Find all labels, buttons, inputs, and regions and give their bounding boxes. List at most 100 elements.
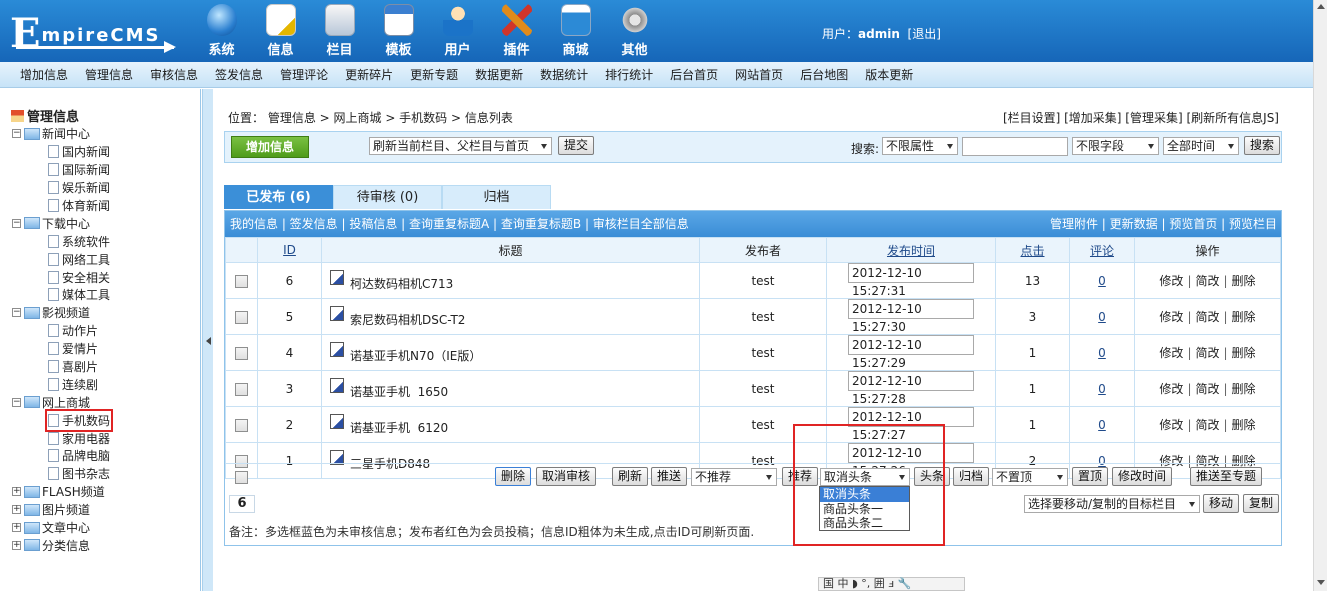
row-comments[interactable]: 0 <box>1098 274 1106 288</box>
delete-link[interactable]: 删除 <box>1232 346 1256 360</box>
sidebar-splitter[interactable] <box>202 89 213 591</box>
field-select[interactable]: 不限字段 <box>1072 137 1159 155</box>
headline-option[interactable]: 商品头条二 <box>820 516 909 531</box>
copy-button[interactable]: 复制 <box>1243 494 1280 513</box>
target-column-select[interactable]: 选择要移动/复制的目标栏目 <box>1024 495 1200 513</box>
headline-option[interactable]: 商品头条一 <box>820 502 909 517</box>
edit-doc-icon[interactable] <box>330 341 344 357</box>
logout-link[interactable]: [退出] <box>908 27 941 41</box>
main-menu-plugin[interactable]: 插件 <box>487 4 546 58</box>
row-id[interactable]: 6 <box>257 262 322 299</box>
row-comments[interactable]: 0 <box>1098 418 1106 432</box>
submenu-add-info[interactable]: 增加信息 <box>20 66 68 83</box>
refresh-scope-select[interactable]: 刷新当前栏目、父栏目与首页 <box>369 137 552 155</box>
tree-child[interactable]: 动作片 <box>12 322 110 340</box>
row-id[interactable]: 2 <box>257 406 322 443</box>
row-comments[interactable]: 0 <box>1098 346 1106 360</box>
empirecms-logo[interactable]: EmpireCMS <box>10 10 160 57</box>
tree-child-selected[interactable]: 手机数码 <box>12 408 114 432</box>
quick-edit-link[interactable]: 简改 <box>1195 310 1219 324</box>
expand-icon[interactable]: + <box>12 487 21 497</box>
top-links[interactable]: [栏目设置] [增加采集] [管理采集] [刷新所有信息JS] <box>1003 109 1279 126</box>
row-checkbox[interactable] <box>235 346 248 360</box>
submenu-admin-home[interactable]: 后台首页 <box>670 66 718 83</box>
expand-icon[interactable]: + <box>12 540 21 550</box>
headline-option[interactable]: 取消头条 <box>820 487 909 502</box>
row-comments[interactable]: 0 <box>1098 382 1106 396</box>
row-time-input[interactable]: 2012-12-10 15:27:29 <box>848 335 974 370</box>
quick-edit-link[interactable]: 简改 <box>1195 346 1219 360</box>
edit-doc-icon[interactable] <box>330 377 344 393</box>
panel-left-links[interactable]: 我的信息 | 签发信息 | 投稿信息 | 查询重复标题A | 查询重复标题B |… <box>230 217 689 231</box>
recommend-button[interactable]: 推荐 <box>782 467 819 486</box>
submenu-site-home[interactable]: 网站首页 <box>735 66 783 83</box>
tree-child[interactable]: 安全相关 <box>12 268 110 286</box>
panel-right-links[interactable]: 管理附件 | 更新数据 | 预览首页 | 预览栏目 <box>1050 211 1277 237</box>
edit-link[interactable]: 修改 <box>1159 346 1183 360</box>
move-button[interactable]: 移动 <box>1203 494 1240 513</box>
collapse-icon[interactable]: − <box>12 308 21 318</box>
modify-time-button[interactable]: 修改时间 <box>1112 467 1173 486</box>
submit-button[interactable]: 提交 <box>558 136 595 155</box>
scroll-up-icon[interactable] <box>1317 4 1325 9</box>
tree-child[interactable]: 喜剧片 <box>12 358 110 376</box>
tree-child[interactable]: 爱情片 <box>12 340 110 358</box>
quick-edit-link[interactable]: 简改 <box>1195 382 1219 396</box>
submenu-rank-stats[interactable]: 排行统计 <box>605 66 653 83</box>
tab-pending[interactable]: 待审核 (0) <box>333 185 442 209</box>
tree-node-video[interactable]: − 影视频道 <box>12 304 110 322</box>
submenu-data-update[interactable]: 数据更新 <box>475 66 523 83</box>
submenu-review-info[interactable]: 审核信息 <box>150 66 198 83</box>
tree-node-flash[interactable]: + FLASH频道 <box>12 483 110 501</box>
tree-child[interactable]: 网络工具 <box>12 250 110 268</box>
main-menu-system[interactable]: 系统 <box>192 4 251 58</box>
row-title[interactable]: 诺基亚手机N70（IE版） <box>350 349 481 363</box>
archive-button[interactable]: 归档 <box>953 467 990 486</box>
select-all-checkbox[interactable] <box>235 471 248 484</box>
submenu-admin-map[interactable]: 后台地图 <box>800 66 848 83</box>
row-checkbox[interactable] <box>235 382 248 396</box>
scroll-down-icon[interactable] <box>1317 580 1325 585</box>
top-button[interactable]: 置顶 <box>1072 467 1109 486</box>
main-menu-column[interactable]: 栏目 <box>310 4 369 58</box>
tree-node-news[interactable]: − 新闻中心 <box>12 125 110 143</box>
row-time-input[interactable]: 2012-12-10 15:27:28 <box>848 371 974 406</box>
clicks-col-header[interactable]: 点击 <box>995 237 1070 263</box>
attribute-select[interactable]: 不限属性 <box>882 137 958 155</box>
main-menu-user[interactable]: 用户 <box>428 4 487 58</box>
tree-child[interactable]: 连续剧 <box>12 375 110 393</box>
tree-child[interactable]: 图书杂志 <box>12 465 110 483</box>
quick-edit-link[interactable]: 简改 <box>1195 418 1219 432</box>
submenu-version-update[interactable]: 版本更新 <box>865 66 913 83</box>
submenu-data-stats[interactable]: 数据统计 <box>540 66 588 83</box>
submenu-update-fragments[interactable]: 更新碎片 <box>345 66 393 83</box>
cancel-review-button[interactable]: 取消审核 <box>536 467 597 486</box>
ime-toolbar[interactable]: 国 中 ◗ °, 囲 ⅎ 🔧 <box>818 577 965 591</box>
expand-icon[interactable]: + <box>12 505 21 515</box>
batch-delete-button[interactable]: 删除 <box>495 467 532 486</box>
submenu-sign-info[interactable]: 签发信息 <box>215 66 263 83</box>
delete-link[interactable]: 删除 <box>1232 274 1256 288</box>
selected-column-highlight[interactable]: 手机数码 <box>44 408 114 432</box>
collapse-icon[interactable]: − <box>12 129 21 139</box>
row-id[interactable]: 3 <box>257 370 322 407</box>
delete-link[interactable]: 删除 <box>1232 382 1256 396</box>
time-col-header[interactable]: 发布时间 <box>826 237 996 263</box>
push-button[interactable]: 推送 <box>651 467 688 486</box>
tree-child[interactable]: 娱乐新闻 <box>12 179 110 197</box>
row-title[interactable]: 诺基亚手机 6120 <box>350 421 448 435</box>
tree-node-photo[interactable]: + 图片频道 <box>12 501 110 519</box>
row-title[interactable]: 诺基亚手机 1650 <box>350 385 448 399</box>
push-topic-button[interactable]: 推送至专题 <box>1190 467 1263 486</box>
breadcrumb[interactable]: 位置： 管理信息 > 网上商城 > 手机数码 > 信息列表 <box>228 109 513 126</box>
tree-child[interactable]: 体育新闻 <box>12 197 110 215</box>
row-time-input[interactable]: 2012-12-10 15:27:26 <box>848 443 974 478</box>
quick-edit-link[interactable]: 简改 <box>1195 274 1219 288</box>
tree-node-shop[interactable]: − 网上商城 <box>12 393 110 411</box>
row-comments[interactable]: 0 <box>1098 310 1106 324</box>
add-info-button[interactable]: 增加信息 <box>231 136 309 158</box>
search-input[interactable] <box>962 137 1068 156</box>
main-menu-info[interactable]: 信息 <box>251 4 310 58</box>
row-title[interactable]: 索尼数码相机DSC-T2 <box>350 313 465 327</box>
tab-archive[interactable]: 归档 <box>442 185 551 209</box>
